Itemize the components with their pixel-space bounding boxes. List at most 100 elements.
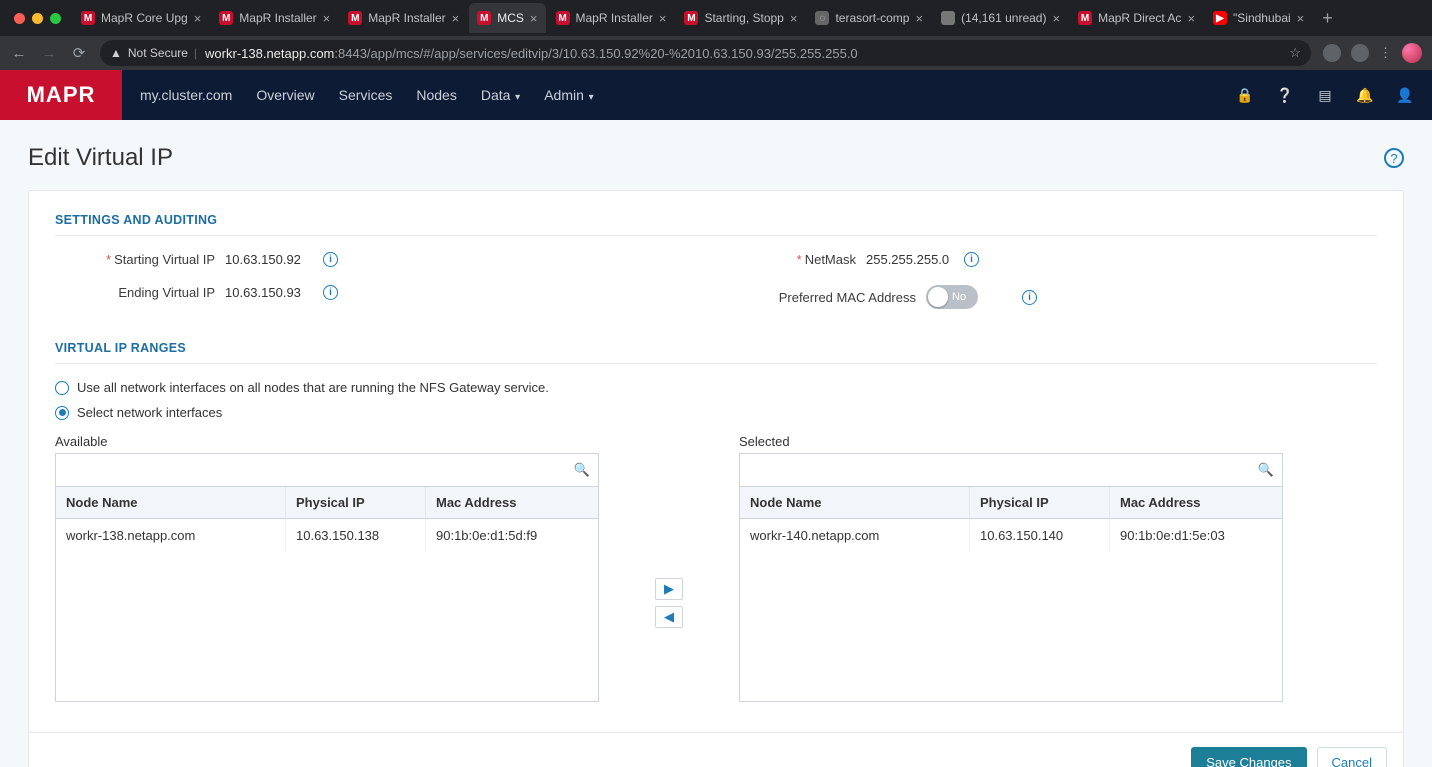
close-icon[interactable]: ×	[452, 12, 460, 25]
close-icon[interactable]: ×	[1297, 12, 1305, 25]
selected-search[interactable]: 🔍	[739, 453, 1283, 487]
tab-favicon-icon: M	[556, 11, 570, 25]
nav-nodes[interactable]: Nodes	[416, 87, 456, 103]
tab-favicon-icon: M	[348, 11, 362, 25]
cell-node: workr-138.netapp.com	[56, 519, 286, 552]
selected-column: Selected 🔍 Node Name Physical IP Mac Add…	[739, 434, 1283, 702]
info-icon[interactable]: i	[1022, 290, 1037, 305]
tab-favicon-icon: M	[1078, 11, 1092, 25]
extension-icon[interactable]	[1323, 44, 1341, 62]
browser-tab[interactable]: (14,161 unread) ×	[933, 3, 1068, 33]
forward-button[interactable]: →	[40, 45, 58, 62]
help-icon[interactable]: ❔	[1276, 87, 1294, 104]
tab-title: "Sindhubai	[1233, 11, 1291, 25]
available-search-input[interactable]	[64, 463, 574, 478]
security-label: Not Secure	[128, 46, 188, 60]
table-row[interactable]: workr-138.netapp.com 10.63.150.138 90:1b…	[56, 519, 598, 552]
col-node[interactable]: Node Name	[56, 487, 286, 519]
warning-icon: ▲	[110, 46, 122, 60]
browser-tab[interactable]: ◌terasort-comp×	[807, 3, 931, 33]
user-icon[interactable]: 👤	[1396, 87, 1414, 104]
close-icon[interactable]: ×	[1052, 12, 1060, 25]
search-icon[interactable]: 🔍	[574, 462, 590, 478]
bell-icon[interactable]: 🔔	[1356, 87, 1374, 104]
cancel-button[interactable]: Cancel	[1317, 747, 1387, 767]
browser-tab[interactable]: MMapR Installer×	[548, 3, 675, 33]
ending-vip-value: 10.63.150.93	[225, 285, 319, 300]
selected-search-input[interactable]	[748, 463, 1258, 478]
browser-tab[interactable]: MMCS×	[469, 3, 545, 33]
col-node[interactable]: Node Name	[740, 487, 970, 519]
netmask-label: *NetMask	[736, 252, 866, 267]
move-left-button[interactable]: ◀	[655, 606, 683, 628]
new-tab-button[interactable]: +	[1314, 8, 1341, 29]
radio-icon	[55, 406, 69, 420]
nav-links: my.cluster.com Overview Services Nodes D…	[122, 70, 594, 120]
nav-data[interactable]: Data ▾	[481, 87, 520, 103]
available-table: Node Name Physical IP Mac Address workr-…	[55, 487, 599, 702]
avatar[interactable]	[1402, 43, 1422, 63]
toggle-knob	[928, 287, 948, 307]
search-icon[interactable]: 🔍	[1258, 462, 1274, 478]
save-button[interactable]: Save Changes	[1191, 747, 1306, 767]
nav-services[interactable]: Services	[339, 87, 393, 103]
col-mac[interactable]: Mac Address	[426, 487, 598, 519]
chrome-toolbar-right: ⋮	[1323, 43, 1422, 63]
close-icon[interactable]: ×	[530, 12, 538, 25]
tab-favicon-icon: ◌	[815, 11, 829, 25]
move-right-button[interactable]: ▶	[655, 578, 683, 600]
radio-use-all-interfaces[interactable]: Use all network interfaces on all nodes …	[55, 380, 1377, 395]
close-icon[interactable]: ×	[915, 12, 923, 25]
nav-overview[interactable]: Overview	[256, 87, 314, 103]
maximize-window-icon[interactable]	[50, 13, 61, 24]
security-indicator[interactable]: ▲ Not Secure |	[110, 46, 197, 60]
browser-tab[interactable]: MMapR Core Upg×	[73, 3, 209, 33]
close-icon[interactable]: ×	[659, 12, 667, 25]
omnibox[interactable]: ▲ Not Secure | workr-138.netapp.com:8443…	[100, 40, 1311, 66]
table-row[interactable]: workr-140.netapp.com 10.63.150.140 90:1b…	[740, 519, 1282, 552]
available-search[interactable]: 🔍	[55, 453, 599, 487]
caret-down-icon: ▾	[586, 92, 594, 103]
browser-tab[interactable]: ▶ "Sindhubai ×	[1205, 3, 1312, 33]
minimize-window-icon[interactable]	[32, 13, 43, 24]
mapr-logo[interactable]: MAPR	[0, 70, 122, 120]
col-mac[interactable]: Mac Address	[1110, 487, 1282, 519]
close-icon[interactable]: ×	[790, 12, 798, 25]
close-window-icon[interactable]	[14, 13, 25, 24]
browser-tab[interactable]: MMapR Direct Ac×	[1070, 3, 1203, 33]
toggle-label: No	[952, 291, 966, 303]
back-button[interactable]: ←	[10, 45, 28, 62]
browser-tab[interactable]: MStarting, Stopp×	[676, 3, 805, 33]
tab-favicon-icon: M	[81, 11, 95, 25]
info-icon[interactable]: i	[323, 252, 338, 267]
ending-vip-label: Ending Virtual IP	[55, 285, 225, 300]
radio-select-interfaces[interactable]: Select network interfaces	[55, 405, 1377, 420]
tab-strip: MMapR Core Upg×MMapR Installer×MMapR Ins…	[0, 0, 1432, 36]
lock-icon[interactable]: 🔒	[1236, 87, 1254, 104]
info-icon[interactable]: i	[964, 252, 979, 267]
nav-right-icons: 🔒 ❔ ▤ 🔔 👤	[1236, 87, 1432, 104]
col-ip[interactable]: Physical IP	[286, 487, 426, 519]
close-icon[interactable]: ×	[1187, 12, 1195, 25]
pref-mac-toggle[interactable]: No	[926, 285, 978, 309]
cluster-name[interactable]: my.cluster.com	[140, 87, 232, 103]
table-header: Node Name Physical IP Mac Address	[740, 487, 1282, 519]
cell-ip: 10.63.150.140	[970, 519, 1110, 552]
info-icon[interactable]: i	[323, 285, 338, 300]
page-help-icon[interactable]: ?	[1384, 148, 1404, 168]
chat-icon[interactable]: ▤	[1316, 87, 1334, 104]
star-icon[interactable]: ☆	[1289, 45, 1301, 61]
tab-title: (14,161 unread)	[961, 11, 1046, 25]
transfer-arrows: ▶ ◀	[599, 434, 739, 702]
nav-admin[interactable]: Admin ▾	[544, 87, 594, 103]
browser-tab[interactable]: MMapR Installer×	[340, 3, 467, 33]
profile-icon[interactable]	[1351, 44, 1369, 62]
window-controls[interactable]	[6, 13, 71, 24]
reload-button[interactable]: ⟳	[70, 44, 88, 62]
browser-tab[interactable]: MMapR Installer×	[211, 3, 338, 33]
close-icon[interactable]: ×	[323, 12, 331, 25]
close-icon[interactable]: ×	[194, 12, 202, 25]
col-ip[interactable]: Physical IP	[970, 487, 1110, 519]
kebab-menu-icon[interactable]: ⋮	[1379, 45, 1392, 61]
tab-favicon-icon: ▶	[1213, 11, 1227, 25]
